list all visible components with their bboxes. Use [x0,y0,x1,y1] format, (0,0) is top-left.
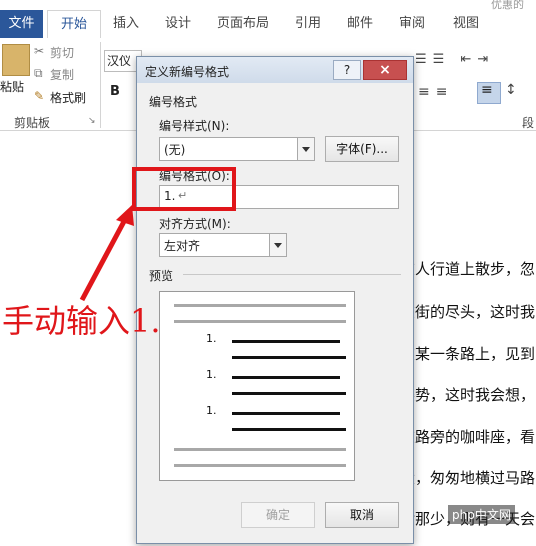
annotation-text: 手动输入1. [2,302,161,340]
annotation-arrow-line [79,212,131,302]
annotation-arrow-head [116,205,134,226]
annotation-arrow [79,205,134,302]
